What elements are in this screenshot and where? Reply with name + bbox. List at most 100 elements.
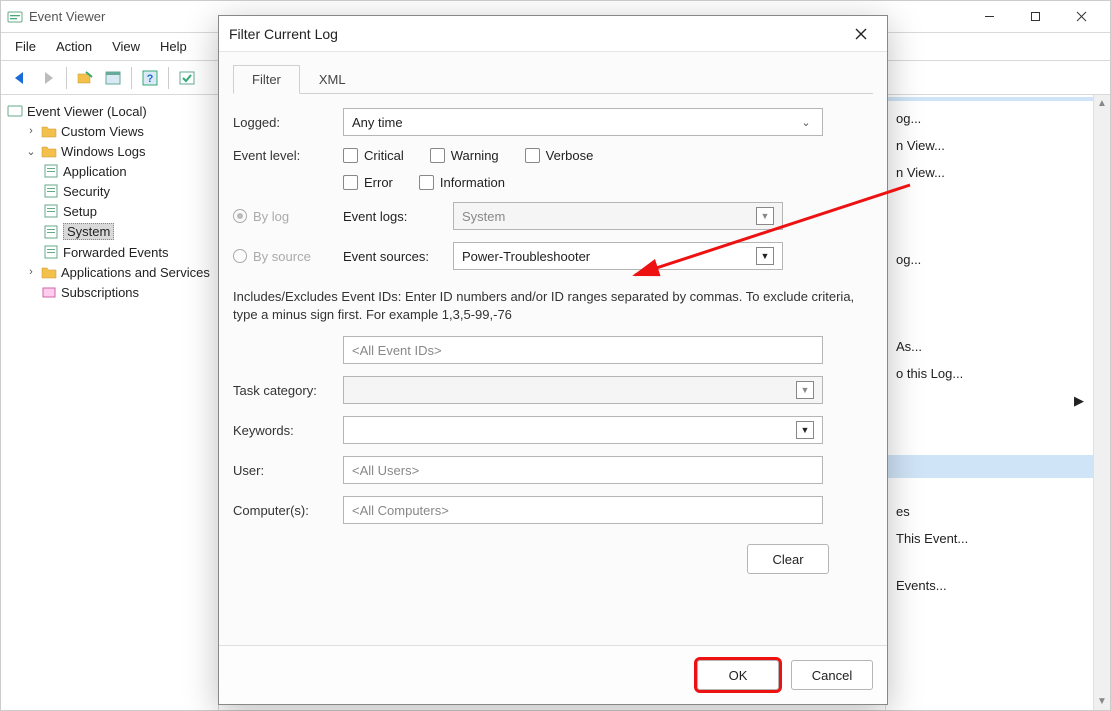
eventlevel-label: Event level: xyxy=(233,148,333,163)
computers-input[interactable]: <All Computers> xyxy=(343,496,823,524)
tree-root[interactable]: Event Viewer (Local) xyxy=(5,101,214,121)
tree-apps-services[interactable]: › Applications and Services xyxy=(23,262,214,282)
tab-xml[interactable]: XML xyxy=(300,65,365,94)
menu-file[interactable]: File xyxy=(7,35,44,58)
error-checkbox[interactable]: Error xyxy=(343,175,393,190)
task-category-combo: ▼ xyxy=(343,376,823,404)
by-source-radio: By source xyxy=(233,249,333,264)
tree-custom-views-label: Custom Views xyxy=(61,124,144,139)
action-item[interactable]: Events... xyxy=(886,572,1110,599)
toolbar-btn-2[interactable] xyxy=(100,65,126,91)
action-expand[interactable]: ▶ xyxy=(886,387,1110,415)
actions-scrollbar[interactable]: ▲ ▼ xyxy=(1093,95,1110,710)
cancel-button[interactable]: Cancel xyxy=(791,660,873,690)
user-placeholder: <All Users> xyxy=(352,463,419,478)
maximize-button[interactable] xyxy=(1012,2,1058,32)
action-item[interactable]: es xyxy=(886,498,1110,525)
tree-system-label: System xyxy=(63,223,114,240)
action-item[interactable]: n View... xyxy=(886,159,1110,186)
computers-label: Computer(s): xyxy=(233,503,333,518)
dialog-body: Filter XML Logged: Any time ⌄ Event leve… xyxy=(219,52,887,645)
log-icon xyxy=(43,224,59,240)
tree-application-label: Application xyxy=(63,164,127,179)
keywords-combo[interactable]: ▼ xyxy=(343,416,823,444)
eventids-description: Includes/Excludes Event IDs: Enter ID nu… xyxy=(233,288,873,324)
event-ids-placeholder: <All Event IDs> xyxy=(352,343,442,358)
action-item-selected[interactable]: ▲ xyxy=(886,455,1110,478)
menu-action[interactable]: Action xyxy=(48,35,100,58)
tree-custom-views[interactable]: › Custom Views xyxy=(23,121,214,141)
tree-windows-logs-label: Windows Logs xyxy=(61,144,146,159)
log-icon xyxy=(43,244,59,260)
event-sources-value: Power-Troubleshooter xyxy=(462,249,590,264)
warning-checkbox[interactable]: Warning xyxy=(430,148,499,163)
tree-forwarded[interactable]: Forwarded Events xyxy=(41,242,214,262)
tab-filter[interactable]: Filter xyxy=(233,65,300,94)
scroll-down-icon[interactable]: ▼ xyxy=(1094,693,1110,710)
computers-placeholder: <All Computers> xyxy=(352,503,449,518)
tree-pane: Event Viewer (Local) › Custom Views ⌄ Wi… xyxy=(1,95,219,710)
menu-help[interactable]: Help xyxy=(152,35,195,58)
dialog-title: Filter Current Log xyxy=(229,26,845,42)
event-logs-combo: System ▼ xyxy=(453,202,783,230)
dropdown-icon[interactable]: ▼ xyxy=(796,421,814,439)
toolbar-btn-1[interactable] xyxy=(72,65,98,91)
close-button[interactable] xyxy=(1058,2,1104,32)
toolbar-btn-4[interactable] xyxy=(174,65,200,91)
action-item[interactable]: og... xyxy=(886,246,1110,273)
tree-system[interactable]: System xyxy=(41,221,214,242)
dialog-titlebar: Filter Current Log xyxy=(219,16,887,52)
scroll-up-icon[interactable]: ▲ xyxy=(1094,95,1110,112)
user-label: User: xyxy=(233,463,333,478)
ok-button[interactable]: OK xyxy=(697,660,779,690)
actions-pane: og... n View... n View... og... As... o … xyxy=(885,95,1110,710)
user-input[interactable]: <All Users> xyxy=(343,456,823,484)
action-item[interactable]: n View... xyxy=(886,132,1110,159)
forward-button[interactable] xyxy=(35,65,61,91)
logged-combo[interactable]: Any time ⌄ xyxy=(343,108,823,136)
event-logs-value: System xyxy=(462,209,505,224)
toolbar-btn-help[interactable]: ? xyxy=(137,65,163,91)
tree-subscriptions[interactable]: › Subscriptions xyxy=(23,282,214,302)
tree-security[interactable]: Security xyxy=(41,181,214,201)
by-log-radio: By log xyxy=(233,209,333,224)
log-icon xyxy=(43,203,59,219)
tab-row: Filter XML xyxy=(233,64,873,94)
event-sources-combo[interactable]: Power-Troubleshooter ▼ xyxy=(453,242,783,270)
collapse-icon[interactable]: ⌄ xyxy=(25,145,37,158)
tree-root-label: Event Viewer (Local) xyxy=(27,104,147,119)
event-ids-input[interactable]: <All Event IDs> xyxy=(343,336,823,364)
menu-view[interactable]: View xyxy=(104,35,148,58)
tree-setup-label: Setup xyxy=(63,204,97,219)
logged-value: Any time xyxy=(352,115,403,130)
tree-setup[interactable]: Setup xyxy=(41,201,214,221)
dialog-footer: OK Cancel xyxy=(219,645,887,704)
dropdown-icon: ▼ xyxy=(756,207,774,225)
minimize-button[interactable] xyxy=(966,2,1012,32)
back-button[interactable] xyxy=(7,65,33,91)
action-item[interactable]: o this Log... xyxy=(886,360,1110,387)
chevron-down-icon: ⌄ xyxy=(798,116,814,129)
tree-apps-services-label: Applications and Services xyxy=(61,265,210,280)
expand-icon[interactable]: › xyxy=(25,266,37,278)
tree-windows-logs[interactable]: ⌄ Windows Logs xyxy=(23,141,214,161)
critical-checkbox[interactable]: Critical xyxy=(343,148,404,163)
verbose-checkbox[interactable]: Verbose xyxy=(525,148,594,163)
event-sources-label: Event sources: xyxy=(343,249,443,264)
tree-application[interactable]: Application xyxy=(41,161,214,181)
expand-icon[interactable]: › xyxy=(25,125,37,137)
action-item[interactable]: og... xyxy=(886,105,1110,132)
svg-text:?: ? xyxy=(147,73,154,85)
keywords-label: Keywords: xyxy=(233,423,333,438)
dropdown-icon[interactable]: ▼ xyxy=(756,247,774,265)
folder-icon xyxy=(41,264,57,280)
clear-button[interactable]: Clear xyxy=(747,544,829,574)
dialog-close-button[interactable] xyxy=(845,18,877,50)
subscriptions-icon xyxy=(41,284,57,300)
information-checkbox[interactable]: Information xyxy=(419,175,505,190)
task-category-label: Task category: xyxy=(233,383,333,398)
action-item[interactable]: As... xyxy=(886,333,1110,360)
action-item[interactable]: This Event... xyxy=(886,525,1110,552)
app-icon xyxy=(7,9,23,25)
folder-icon xyxy=(41,143,57,159)
